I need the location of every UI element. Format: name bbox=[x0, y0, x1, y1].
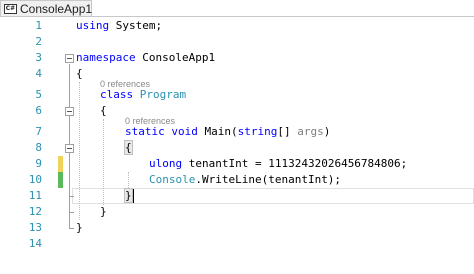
code-line-9: ulong tenantInt = 11132432026456784806; bbox=[149, 157, 408, 170]
code-line-13: } bbox=[76, 221, 83, 234]
code-line-4: { bbox=[76, 67, 83, 80]
indent-guide bbox=[79, 82, 80, 220]
line-number: 1 bbox=[35, 19, 42, 32]
csharp-file-icon: C# bbox=[4, 4, 17, 14]
matched-brace-close: } bbox=[124, 188, 133, 203]
matched-brace-open: { bbox=[124, 140, 133, 155]
code-editor[interactable]: 1 2 3 4 5 6 7 8 9 10 11 12 13 14 using S… bbox=[0, 17, 474, 274]
code-line-3: namespace ConsoleApp1 bbox=[76, 51, 216, 64]
outline-end bbox=[69, 212, 74, 213]
collapse-method-icon[interactable] bbox=[65, 144, 74, 153]
line-number: 8 bbox=[35, 141, 42, 154]
collapse-namespace-icon[interactable] bbox=[65, 54, 74, 63]
indent-guide bbox=[128, 172, 129, 188]
code-line-11: } bbox=[124, 188, 133, 204]
code-line-10: Console.WriteLine(tenantInt); bbox=[149, 173, 342, 186]
line-number: 4 bbox=[35, 67, 42, 80]
tab-consoleapp1[interactable]: C# ConsoleApp1 bbox=[0, 0, 92, 16]
line-number: 6 bbox=[35, 104, 42, 117]
line-number: 10 bbox=[28, 173, 42, 186]
code-line-7: static void Main(string[] args) bbox=[125, 125, 331, 138]
outline-end bbox=[69, 228, 74, 229]
code-line-6: { bbox=[100, 104, 107, 117]
collapse-class-icon[interactable] bbox=[65, 107, 74, 116]
tab-title: ConsoleApp1 bbox=[20, 2, 93, 16]
saved-change-indicator bbox=[58, 172, 63, 188]
line-number: 14 bbox=[28, 237, 42, 250]
code-line-12: } bbox=[100, 205, 107, 218]
code-line-8: { bbox=[124, 140, 133, 156]
line-number: 9 bbox=[35, 157, 42, 170]
text-caret bbox=[133, 189, 134, 203]
code-line-1: using System; bbox=[76, 19, 163, 32]
unsaved-change-indicator bbox=[58, 156, 63, 172]
code-line-5: class Program bbox=[100, 88, 187, 101]
line-number: 7 bbox=[35, 125, 42, 138]
line-number: 5 bbox=[35, 88, 42, 101]
line-number: 3 bbox=[35, 51, 42, 64]
document-tab-bar: C# ConsoleApp1 bbox=[0, 0, 474, 17]
line-number: 13 bbox=[28, 221, 42, 234]
indent-guide bbox=[103, 119, 104, 205]
outline-end bbox=[69, 196, 74, 197]
line-number: 12 bbox=[28, 205, 42, 218]
line-number: 2 bbox=[35, 35, 42, 48]
line-number: 11 bbox=[28, 189, 42, 202]
